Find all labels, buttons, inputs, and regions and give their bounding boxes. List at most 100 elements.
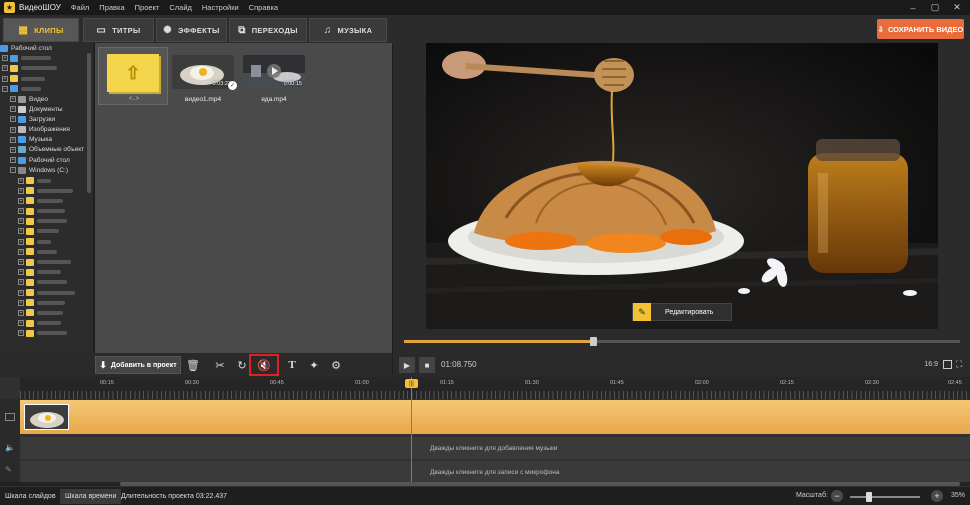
fit-screen-icon[interactable] (943, 360, 952, 369)
mic-track[interactable]: Дважды кликните для записи с микрофона (20, 461, 970, 483)
menu-help[interactable]: Справка (249, 3, 278, 12)
tree-item-video[interactable]: + Видео (0, 94, 93, 104)
magic-wand-icon[interactable]: ✦ (306, 357, 322, 373)
timeline-clip[interactable] (24, 404, 69, 430)
tab-clips[interactable]: ▦ КЛИПЫ (3, 18, 79, 42)
ruler-label: 02:00 (695, 380, 709, 386)
tree-item-desktop[interactable]: + Рабочий стол (0, 155, 93, 165)
tab-slides-scale[interactable]: Шкала слайдов (0, 489, 61, 504)
tree-item[interactable]: + (0, 216, 93, 226)
tree-item-3d[interactable]: + Объемные объект (0, 145, 93, 155)
music-hint: Дважды кликните для добавления музыки (430, 445, 558, 452)
project-duration: Длительность проекта 03:22.437 (121, 493, 228, 500)
tree-item-images[interactable]: + Изображения (0, 125, 93, 135)
video-track-icon (5, 413, 15, 421)
scrubber-progress (404, 340, 594, 343)
folder-icon (26, 248, 34, 256)
scrubber-handle[interactable] (590, 337, 598, 346)
tree-scrollbar[interactable] (87, 53, 91, 193)
film-icon: ▦ (18, 24, 29, 36)
clip-thumb-video1[interactable]: 0:03:23 (172, 55, 234, 89)
video-track[interactable] (20, 400, 970, 434)
current-time: 01:08.750 (441, 360, 477, 369)
save-video-button[interactable]: ⇩ СОХРАНИТЬ ВИДЕО (877, 19, 964, 39)
menu-project[interactable]: Проект (135, 3, 160, 12)
mute-icon[interactable]: 🔇 (249, 354, 279, 376)
aspect-ratio[interactable]: 16:9 (924, 361, 938, 368)
folder-up-tile[interactable]: ⇧ <..> (98, 47, 168, 105)
stop-icon[interactable]: ■ (419, 357, 435, 373)
tree-item[interactable]: + (0, 308, 93, 318)
menu-file[interactable]: Файл (71, 3, 89, 12)
music-track[interactable]: Дважды кликните для добавления музыки (20, 437, 970, 459)
tree-item[interactable]: + (0, 53, 93, 63)
video-folder-icon (18, 95, 26, 103)
track-icons: 🔈 ✎ (0, 399, 20, 486)
tree-item[interactable]: + (0, 63, 93, 73)
tree-item[interactable]: + (0, 196, 93, 206)
tab-titles[interactable]: ▭ ТИТРЫ (83, 18, 154, 42)
tree-item[interactable]: + (0, 247, 93, 257)
tree-item[interactable]: + (0, 257, 93, 267)
tab-effects[interactable]: ✺ ЭФФЕКТЫ (156, 18, 227, 42)
gear-icon[interactable]: ⚙ (328, 357, 344, 373)
tree-item[interactable]: + (0, 288, 93, 298)
folder-icon (26, 278, 34, 286)
trash-icon[interactable]: 🗑 (185, 357, 201, 373)
tree-item[interactable]: + (0, 186, 93, 196)
tree-item-documents[interactable]: + Документы (0, 104, 93, 114)
video-preview[interactable] (426, 43, 938, 329)
minimize-icon[interactable]: – (902, 0, 924, 15)
tree-item[interactable]: + (0, 267, 93, 277)
tree-item[interactable]: − (0, 84, 93, 94)
sparkle-icon: ✺ (163, 24, 172, 36)
tab-timeline-scale[interactable]: Шкала времени (60, 489, 122, 504)
edit-button[interactable]: ✎ Редактировать (632, 303, 732, 321)
fullscreen-icon[interactable]: ⛶ (956, 359, 966, 369)
zoom-out-icon[interactable]: − (831, 490, 843, 502)
zoom-slider[interactable] (850, 496, 920, 498)
tree-item[interactable]: + (0, 226, 93, 236)
play-icon[interactable]: ▶ (399, 357, 415, 373)
ruler-label: 00:45 (270, 380, 284, 386)
zoom-in-icon[interactable]: + (931, 490, 943, 502)
menubar: ★ ВидеоШОУ Файл Правка Проект Слайд Наст… (0, 0, 970, 15)
tree-item[interactable]: + (0, 74, 93, 84)
maximize-icon[interactable]: ▢ (924, 0, 946, 15)
tree-item-drive-c[interactable]: − Windows (C:) (0, 165, 93, 175)
check-icon: ✓ (228, 81, 237, 90)
status-bar: Шкала слайдов Шкала времени Длительность… (0, 486, 970, 505)
close-icon[interactable]: ✕ (946, 0, 968, 15)
scissors-icon[interactable]: ✂ (212, 357, 228, 373)
documents-icon (18, 105, 26, 113)
tree-item[interactable]: + (0, 206, 93, 216)
playhead-handle[interactable]: ||| (405, 379, 418, 388)
clip-label-video1: видео1.mp4 (184, 96, 222, 103)
mic-hint: Дважды кликните для записи с микрофона (430, 469, 560, 476)
menu-edit[interactable]: Правка (99, 3, 124, 12)
tree-item[interactable]: + (0, 318, 93, 328)
text-icon[interactable]: T (284, 357, 300, 373)
tree-item[interactable]: + (0, 328, 93, 338)
tree-item[interactable]: + (0, 277, 93, 287)
tree-item[interactable]: + (0, 175, 93, 185)
tab-transitions[interactable]: ⧉ ПЕРЕХОДЫ (229, 18, 307, 42)
add-to-project-button[interactable]: ⬇ Добавить в проект (95, 356, 181, 374)
tree-root[interactable]: Рабочий стол (0, 43, 93, 53)
clip-label-food: еда.mp4 (261, 96, 287, 103)
playback-scrubber[interactable] (404, 337, 960, 346)
ruler-label: 01:15 (440, 380, 454, 386)
clip-thumb-food[interactable]: 0:00:15 (243, 55, 305, 89)
menu-settings[interactable]: Настройки (202, 3, 239, 12)
folder-icon (10, 64, 18, 72)
tree-item-music[interactable]: + Музыка (0, 135, 93, 145)
tree-item[interactable]: + (0, 237, 93, 247)
timeline-ruler[interactable]: 00:15 00:30 00:45 01:00 01:15 01:30 01:4… (20, 377, 970, 399)
chat-icon: ▭ (96, 24, 107, 36)
zoom-handle[interactable] (866, 492, 872, 502)
tab-music[interactable]: ♫ МУЗЫКА (309, 18, 387, 42)
rotate-icon[interactable]: ↻ (234, 357, 250, 373)
tree-item-downloads[interactable]: + Загрузки (0, 114, 93, 124)
menu-slide[interactable]: Слайд (169, 3, 192, 12)
tree-item[interactable]: + (0, 298, 93, 308)
